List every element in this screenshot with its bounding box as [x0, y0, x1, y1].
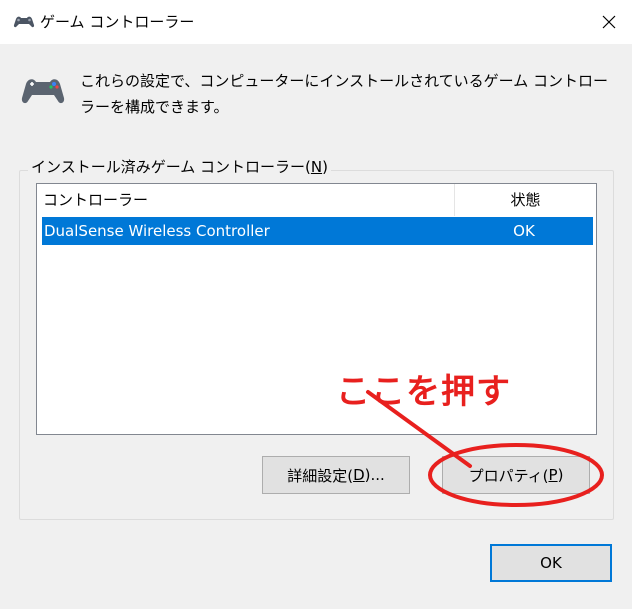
- gamepad-large-icon: [21, 79, 65, 104]
- close-icon: [602, 15, 616, 29]
- window-title: ゲーム コントローラー: [40, 13, 195, 31]
- gamepad-icon: [13, 16, 35, 28]
- title-bar: ゲーム コントローラー: [0, 0, 632, 45]
- intro-description: これらの設定で、コンピューターにインストールされているゲーム コントローラーを構…: [80, 72, 608, 116]
- list-item-selected[interactable]: DualSense Wireless Controller OK: [42, 217, 593, 245]
- controller-status: OK: [513, 222, 535, 240]
- close-button[interactable]: [586, 0, 632, 44]
- column-header-status[interactable]: 状態: [455, 184, 596, 216]
- advanced-settings-button[interactable]: 詳細設定(D)...: [262, 456, 410, 494]
- annotation-label: ここを押す: [336, 372, 511, 412]
- controller-list[interactable]: コントローラー 状態 DualSense Wireless Controller…: [36, 183, 597, 435]
- group-label: インストール済みゲーム コントローラー(N): [28, 156, 331, 177]
- column-header-controller[interactable]: コントローラー: [37, 184, 455, 216]
- ok-button[interactable]: OK: [490, 544, 612, 582]
- controller-name: DualSense Wireless Controller: [44, 222, 270, 240]
- properties-button[interactable]: プロパティ(P): [442, 456, 590, 494]
